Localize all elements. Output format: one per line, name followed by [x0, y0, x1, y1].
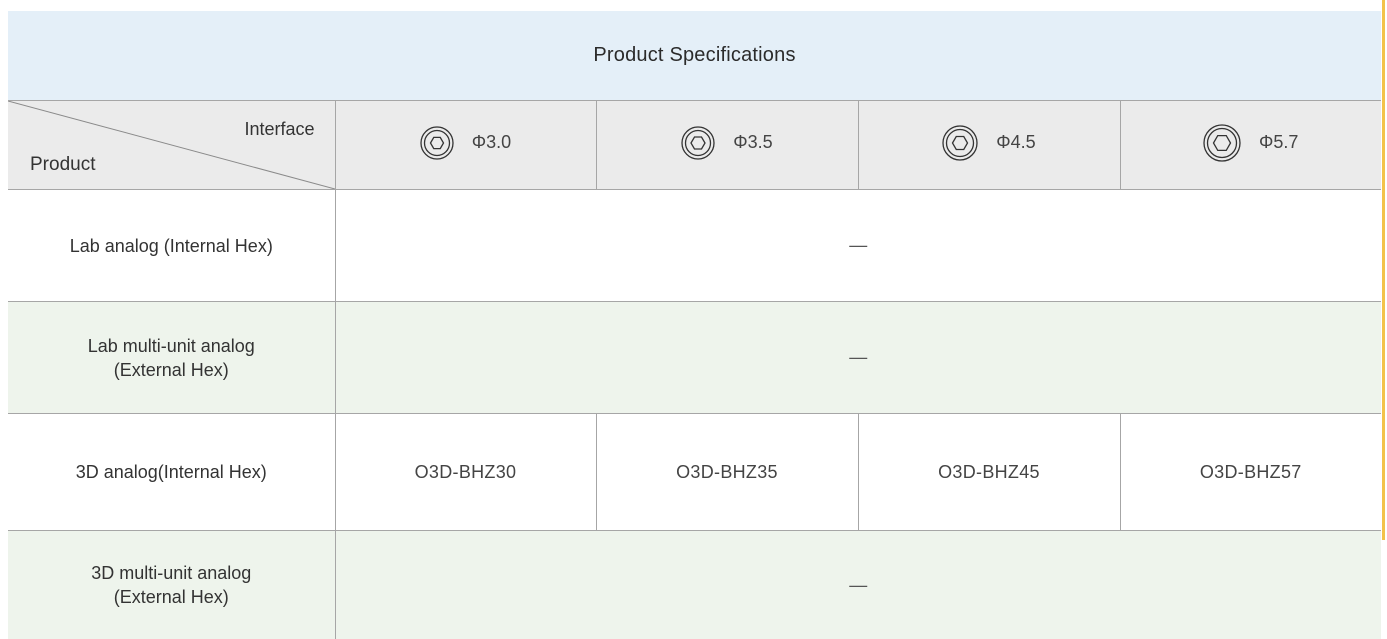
- page: Product Specifications Interface Product: [0, 0, 1387, 637]
- table-row: Lab analog (Internal Hex) —: [8, 190, 1381, 302]
- table-row: 3D analog(Internal Hex) O3D-BHZ30 O3D-BH…: [8, 414, 1381, 531]
- interface-cell-4: Φ5.7: [1120, 101, 1381, 190]
- empty-value: —: [849, 347, 867, 367]
- empty-value: —: [849, 575, 867, 595]
- interface-cell-1: Φ3.0: [335, 101, 596, 190]
- product-code-cell: O3D-BHZ45: [858, 414, 1120, 531]
- title-bar: Product Specifications: [8, 11, 1381, 100]
- header-row: Interface Product Φ3.0: [8, 101, 1381, 190]
- page-title: Product Specifications: [593, 44, 795, 67]
- empty-value: —: [849, 235, 867, 255]
- product-header-label: Product: [30, 154, 95, 176]
- product-name-cell: 3D multi-unit analog (External Hex): [8, 531, 335, 639]
- hex-connector-icon: [420, 126, 454, 160]
- accent-line: [1382, 0, 1385, 540]
- product-name-cell: 3D analog(Internal Hex): [8, 414, 335, 531]
- spec-table: Interface Product Φ3.0: [8, 100, 1381, 639]
- product-name-sub: (External Hex): [8, 358, 335, 382]
- corner-cell: Interface Product: [8, 101, 335, 190]
- interface-label: Φ3.0: [472, 132, 511, 153]
- hex-connector-icon: [942, 125, 978, 161]
- value-cell: —: [335, 190, 1381, 302]
- product-code: O3D-BHZ57: [1200, 462, 1302, 482]
- value-cell: —: [335, 302, 1381, 414]
- interface-label: Φ5.7: [1259, 132, 1298, 153]
- product-code-cell: O3D-BHZ30: [335, 414, 596, 531]
- value-cell: —: [335, 531, 1381, 639]
- hex-connector-icon: [1203, 124, 1241, 162]
- interface-header-label: Interface: [244, 119, 314, 140]
- interface-cell-3: Φ4.5: [858, 101, 1120, 190]
- product-name-cell: Lab analog (Internal Hex): [8, 190, 335, 302]
- interface-label: Φ3.5: [733, 132, 772, 153]
- product-name-sub: (External Hex): [8, 585, 335, 609]
- interface-label: Φ4.5: [996, 132, 1035, 153]
- product-code-cell: O3D-BHZ35: [596, 414, 858, 531]
- table-row: Lab multi-unit analog (External Hex) —: [8, 302, 1381, 414]
- hex-connector-icon: [681, 126, 715, 160]
- table-row: 3D multi-unit analog (External Hex) —: [8, 531, 1381, 639]
- product-name: Lab multi-unit analog: [8, 334, 335, 358]
- product-name: 3D analog(Internal Hex): [8, 460, 335, 484]
- product-code: O3D-BHZ45: [938, 462, 1040, 482]
- product-name-cell: Lab multi-unit analog (External Hex): [8, 302, 335, 414]
- product-code: O3D-BHZ30: [415, 462, 517, 482]
- interface-cell-2: Φ3.5: [596, 101, 858, 190]
- product-code-cell: O3D-BHZ57: [1120, 414, 1381, 531]
- product-code: O3D-BHZ35: [676, 462, 778, 482]
- product-name: Lab analog (Internal Hex): [8, 234, 335, 258]
- product-name: 3D multi-unit analog: [8, 561, 335, 585]
